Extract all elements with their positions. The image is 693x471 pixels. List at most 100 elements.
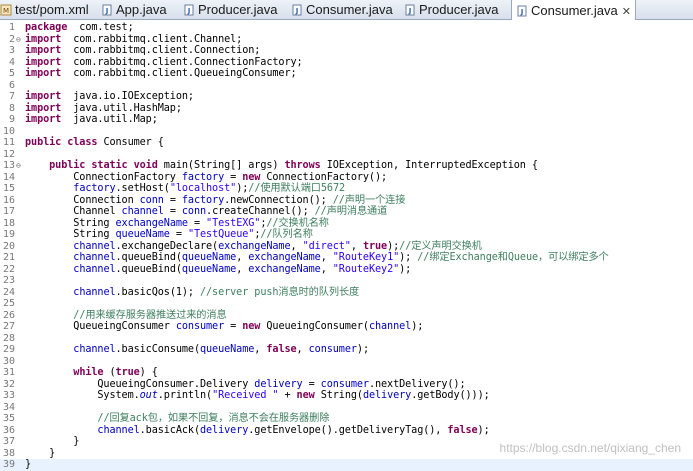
line-number: 10 xyxy=(2,125,15,137)
line-number: 30 xyxy=(2,355,15,367)
code-line[interactable]: 19 String queueName = "TestQueue";//队列名称 xyxy=(0,229,693,241)
line-number: 4 xyxy=(8,56,15,68)
code-line[interactable]: 16 Connection conn = factory.newConnecti… xyxy=(0,195,693,207)
tab-label: Consumer.java xyxy=(531,3,618,18)
code-text: import java.util.Map; xyxy=(25,114,158,125)
tab-consumer-java[interactable]: J Consumer.java xyxy=(291,0,393,20)
code-line[interactable]: 25 xyxy=(0,298,693,310)
code-text: channel.basicQos(1); //server push消息时的队列… xyxy=(73,286,360,298)
line-number: 17 xyxy=(2,206,15,217)
code-text: public static void main(String[] args) t… xyxy=(49,160,538,171)
code-text: Connection conn = factory.newConnection(… xyxy=(25,194,406,206)
code-text: //用来缓存服务器推送过来的消息 xyxy=(73,309,227,321)
tab-producer-java[interactable]: J Producer.java xyxy=(183,0,278,20)
code-line[interactable]: 22 channel.queueBind(queueName, exchange… xyxy=(0,264,693,276)
code-text: import com.rabbitmq.client.QueueingConsu… xyxy=(25,68,297,79)
code-editor[interactable]: 1 package com.test; 2 ⊖ import com.rabbitmq.… xyxy=(0,20,693,471)
code-line[interactable]: 31 while (true) { xyxy=(0,367,693,379)
code-line[interactable]: 10 xyxy=(0,126,693,138)
svg-text:J: J xyxy=(520,8,524,16)
code-text: package com.test; xyxy=(25,22,134,33)
tab-producer-java-2[interactable]: J Producer.java xyxy=(404,0,499,20)
tab-label: App.java xyxy=(116,2,167,17)
line-number: 13 xyxy=(2,160,15,171)
code-line[interactable]: 24 channel.basicQos(1); //server push消息时… xyxy=(0,287,693,299)
code-text: while (true) { xyxy=(73,367,158,378)
code-text: } xyxy=(25,436,80,447)
code-line[interactable]: 20 channel.exchangeDeclare(exchangeName,… xyxy=(0,241,693,253)
code-line[interactable]: 6 xyxy=(0,80,693,92)
code-line[interactable]: 14 ConnectionFactory factory = new Conne… xyxy=(0,172,693,184)
code-line[interactable]: 13 ⊖ public static void main(String[] arg… xyxy=(0,160,693,172)
line-number: 18 xyxy=(2,217,15,229)
java-file-icon: J xyxy=(102,4,112,16)
tab-consumer-java-active[interactable]: J Consumer.java ✕ xyxy=(511,0,636,20)
fold-toggle-icon[interactable]: ⊖ xyxy=(16,34,22,46)
code-line[interactable]: 5 import com.rabbitmq.client.QueueingCons… xyxy=(0,68,693,80)
tab-pom-xml[interactable]: Mtest/pom.xml xyxy=(0,0,89,20)
line-number: 25 xyxy=(2,298,15,309)
code-text: channel.queueBind(queueName, exchangeNam… xyxy=(73,263,412,275)
code-line[interactable]: 8 import java.util.HashMap; xyxy=(0,103,693,115)
line-number: 38 xyxy=(2,447,15,459)
line-number: 33 xyxy=(2,390,15,401)
line-number: 24 xyxy=(2,286,15,298)
code-text: QueueingConsumer consumer = new Queueing… xyxy=(25,321,424,332)
java-file-icon: J xyxy=(292,4,302,16)
code-text: String queueName = "TestQueue";//队列名称 xyxy=(25,229,313,240)
code-text: channel.basicConsume(queueName, false, c… xyxy=(73,344,369,355)
code-line[interactable]: 11 public class Consumer { xyxy=(0,137,693,149)
tab-label: Producer.java xyxy=(198,2,278,17)
fold-toggle-icon[interactable]: ⊖ xyxy=(16,160,22,172)
close-icon[interactable]: ✕ xyxy=(622,6,631,18)
editor-tab-bar: Mtest/pom.xml J App.java J Producer.java J… xyxy=(0,0,693,20)
code-line[interactable]: 17 Channel channel = conn.createChannel(… xyxy=(0,206,693,218)
code-line[interactable]: 28 xyxy=(0,333,693,345)
code-line[interactable]: 32 QueueingConsumer.Delivery delivery = … xyxy=(0,379,693,391)
code-line[interactable]: 33 System.out.println("Received " + new … xyxy=(0,390,693,402)
code-line[interactable]: 15 factory.setHost("localhost");//使用默认端口… xyxy=(0,183,693,195)
code-line[interactable]: 21 channel.queueBind(queueName, exchange… xyxy=(0,252,693,264)
code-line[interactable]: 1 package com.test; xyxy=(0,22,693,34)
line-number: 22 xyxy=(2,263,15,275)
line-number: 35 xyxy=(2,413,15,424)
java-file-icon: J xyxy=(517,5,527,17)
code-text: //回复ack包，如果不回复，消息不会在服务器删除 xyxy=(97,413,330,424)
line-number: 6 xyxy=(8,79,15,91)
code-line[interactable]: 35 //回复ack包，如果不回复，消息不会在服务器删除 xyxy=(0,413,693,425)
svg-text:J: J xyxy=(295,7,299,15)
tab-app-java[interactable]: J App.java xyxy=(101,0,167,20)
line-number: 28 xyxy=(2,332,15,344)
code-text: import com.rabbitmq.client.Connection; xyxy=(25,45,261,56)
code-text: ConnectionFactory factory = new Connecti… xyxy=(25,171,388,183)
line-number: 37 xyxy=(2,436,15,447)
code-line[interactable]: 7 import java.io.IOException; xyxy=(0,91,693,103)
code-line[interactable]: 36 channel.basicAck(delivery.getEnvelope… xyxy=(0,425,693,437)
line-number: 21 xyxy=(2,252,15,263)
line-number: 3 xyxy=(8,45,15,56)
code-line[interactable]: 30 xyxy=(0,356,693,368)
line-number: 23 xyxy=(2,275,15,286)
code-line[interactable]: 27 QueueingConsumer consumer = new Queue… xyxy=(0,321,693,333)
code-line[interactable]: 3 import com.rabbitmq.client.Connection; xyxy=(0,45,693,57)
code-line[interactable]: 34 xyxy=(0,402,693,414)
code-text: channel.queueBind(queueName, exchangeNam… xyxy=(73,252,609,263)
line-number: 11 xyxy=(2,137,15,148)
code-line[interactable]: 2 ⊖ import com.rabbitmq.client.Channel; xyxy=(0,34,693,46)
line-number: 1 xyxy=(8,22,15,33)
code-line[interactable]: 26 //用来缓存服务器推送过来的消息 xyxy=(0,310,693,322)
line-number: 14 xyxy=(2,171,15,183)
code-area[interactable]: 1 package com.test; 2 ⊖ import com.rabbitmq.… xyxy=(0,22,693,471)
svg-text:J: J xyxy=(105,7,109,15)
line-number: 2 xyxy=(8,33,15,45)
code-line[interactable]: 18 String exchangeName = "TestEXG";//交换机… xyxy=(0,218,693,230)
code-line[interactable]: 23 xyxy=(0,275,693,287)
line-number: 34 xyxy=(2,401,15,413)
code-line[interactable]: 9 import java.util.Map; xyxy=(0,114,693,126)
code-line[interactable]: 12 xyxy=(0,149,693,161)
line-number: 12 xyxy=(2,148,15,160)
code-line[interactable]: 4 import com.rabbitmq.client.ConnectionFa… xyxy=(0,57,693,69)
code-line[interactable]: 29 channel.basicConsume(queueName, false… xyxy=(0,344,693,356)
tab-label: test/pom.xml xyxy=(15,2,89,17)
line-number: 5 xyxy=(8,68,15,79)
